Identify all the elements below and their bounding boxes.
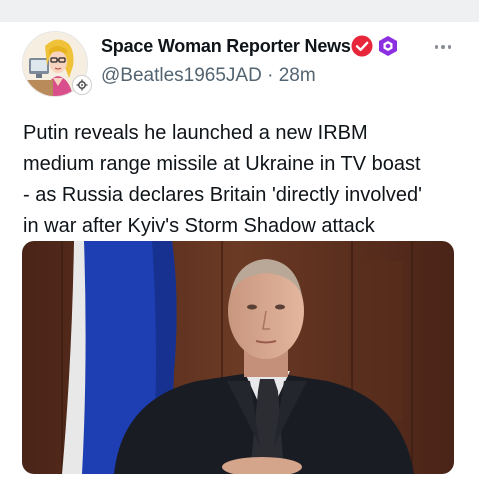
post-timestamp[interactable]: 28m — [279, 65, 316, 86]
post-image[interactable] — [22, 241, 454, 474]
verified-check-icon — [351, 35, 373, 57]
post-text: Putin reveals he launched a new IRBM med… — [23, 122, 422, 237]
gear-badge-icon — [72, 75, 92, 95]
author-display-name[interactable]: Space Woman Reporter News — [101, 36, 351, 57]
purple-hexagon-badge-icon — [377, 35, 399, 57]
meta-separator: · — [267, 65, 274, 86]
more-options-icon[interactable] — [428, 36, 458, 58]
post-card[interactable]: Space Woman Reporter News @Beatles1965JA… — [0, 22, 479, 500]
author-handle[interactable]: @Beatles1965JAD — [101, 65, 262, 86]
author-meta: @Beatles1965JAD · 28m — [101, 65, 316, 87]
top-divider-bar — [0, 0, 479, 22]
putin-tv-address-photo — [22, 241, 454, 474]
